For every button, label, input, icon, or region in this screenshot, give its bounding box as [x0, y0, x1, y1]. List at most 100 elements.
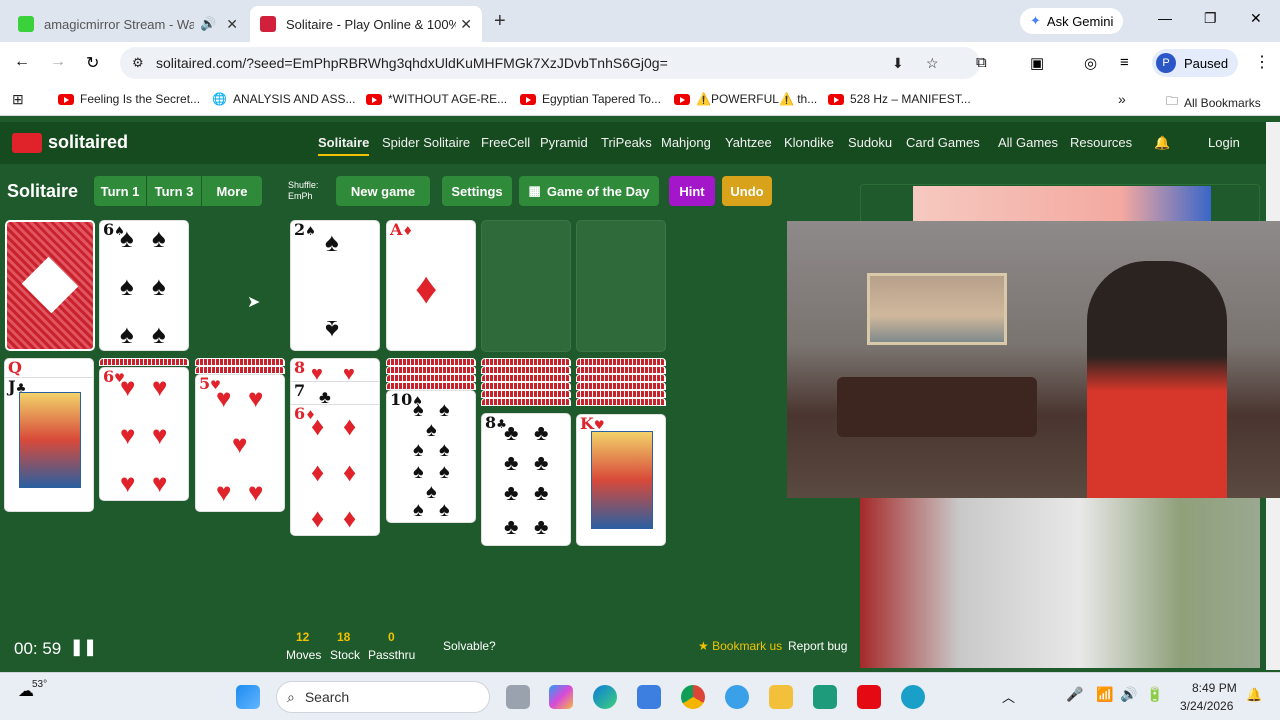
nav-pyramid[interactable]: Pyramid: [540, 135, 588, 150]
ad-banner[interactable]: [860, 184, 1260, 224]
site-info-icon[interactable]: ⚙: [132, 55, 144, 71]
bookmark-item[interactable]: ⚠️POWERFUL⚠️ th...: [674, 92, 817, 106]
taskbar-search[interactable]: ⌕ Search: [276, 681, 490, 713]
profile-button[interactable]: P Paused: [1152, 49, 1239, 77]
foundation-empty[interactable]: [576, 220, 666, 352]
chrome-icon[interactable]: [681, 685, 705, 709]
bookmark-item[interactable]: Feeling Is the Secret...: [58, 92, 200, 106]
hint-button[interactable]: Hint: [669, 176, 715, 206]
wifi-icon[interactable]: 📶: [1096, 686, 1113, 703]
foundation-empty[interactable]: [481, 220, 571, 352]
edge-icon[interactable]: [593, 685, 617, 709]
volume-icon[interactable]: 🔊: [1120, 686, 1137, 703]
clock-time[interactable]: 8:49 PM: [1192, 681, 1237, 695]
bookmark-item[interactable]: *WITHOUT AGE-RE...: [366, 92, 507, 106]
solvable-link[interactable]: Solvable?: [443, 639, 496, 653]
waste-card[interactable]: 6♠ ♠ ♠ ♠ ♠ ♠ ♠: [99, 220, 189, 351]
bookmark-item[interactable]: 528 Hz – MANIFEST...: [828, 92, 971, 106]
reload-icon[interactable]: ↻: [86, 53, 99, 73]
nav-solitaire[interactable]: Solitaire: [318, 135, 370, 156]
ask-gemini-button[interactable]: ✦ Ask Gemini: [1020, 8, 1124, 34]
file-explorer-icon[interactable]: [769, 685, 793, 709]
tableau-card[interactable]: 6♥ ♥ ♥ ♥ ♥ ♥ ♥: [99, 367, 189, 501]
report-bug-link[interactable]: Report bug: [788, 639, 847, 653]
url-text: solitaired.com/?seed=EmPhpRBRWhg3qhdxUld…: [156, 55, 668, 71]
six-of-diamonds: 6♦ ♦ ♦ ♦ ♦ ♦ ♦: [291, 404, 379, 535]
nav-freecell[interactable]: FreeCell: [481, 135, 530, 150]
microphone-icon[interactable]: 🎤: [1066, 686, 1083, 703]
store-icon[interactable]: [637, 685, 661, 709]
cast-icon[interactable]: ▣: [1030, 54, 1044, 72]
clock-date[interactable]: 3/24/2026: [1180, 699, 1233, 713]
game-of-day-button[interactable]: ▦ Game of the Day: [519, 176, 659, 206]
close-tab-icon[interactable]: ✕: [460, 16, 472, 33]
pause-icon[interactable]: ❚❚: [70, 637, 97, 657]
tableau-card[interactable]: 5♥ ♥ ♥ ♥ ♥ ♥: [195, 374, 285, 512]
speaker-icon[interactable]: 🔊: [200, 16, 216, 32]
nav-resources[interactable]: Resources: [1070, 135, 1132, 150]
menu-icon[interactable]: ⋮: [1254, 52, 1270, 72]
weather-app-icon[interactable]: [725, 685, 749, 709]
nav-spider[interactable]: Spider Solitaire: [382, 135, 470, 150]
chevron-up-icon[interactable]: ︿: [1002, 687, 1015, 706]
tableau-card[interactable]: 8 ♥ ♥ 7 ♣ 6♦ ♦ ♦ ♦ ♦ ♦ ♦: [290, 358, 380, 536]
foundation-spades[interactable]: 2♠ ♠ ♠: [290, 220, 380, 351]
task-view-icon[interactable]: [506, 685, 530, 709]
nav-all-games[interactable]: All Games: [998, 135, 1058, 150]
battery-icon[interactable]: 🔋: [1146, 686, 1163, 703]
install-icon[interactable]: ⬇: [892, 55, 904, 72]
extensions-icon[interactable]: ⧉: [976, 54, 987, 71]
bookmark-star-icon[interactable]: ☆: [926, 55, 939, 72]
foundation-diamonds[interactable]: A♦ ♦: [386, 220, 476, 351]
performance-icon[interactable]: ◎: [1084, 54, 1097, 72]
all-bookmarks[interactable]: 🗀 All Bookmarks: [1166, 92, 1261, 113]
restore-icon[interactable]: ❐: [1204, 10, 1217, 27]
back-icon[interactable]: ←: [14, 53, 30, 71]
tableau-card[interactable]: K♥: [576, 414, 666, 546]
tableau-card[interactable]: 8♣ ♣ ♣ ♣ ♣ ♣ ♣ ♣ ♣: [481, 413, 571, 546]
profile-status: Paused: [1184, 55, 1229, 71]
bookmark-item[interactable]: Egyptian Tapered To...: [520, 92, 661, 106]
more-button[interactable]: More: [202, 176, 262, 206]
notification-icon[interactable]: 🔔: [1246, 687, 1262, 703]
bookmarks-bar: ⊞ Feeling Is the Secret... 🌐 ANALYSIS AND…: [0, 84, 1280, 116]
copilot-icon[interactable]: [549, 685, 573, 709]
site-logo[interactable]: solitaired: [12, 132, 128, 153]
new-game-button[interactable]: New game: [336, 176, 430, 206]
tableau-card[interactable]: Q J♣: [4, 358, 94, 512]
bell-icon[interactable]: 🔔: [1154, 135, 1170, 151]
nav-tripeaks[interactable]: TriPeaks: [601, 135, 652, 150]
minimize-icon[interactable]: —: [1158, 10, 1172, 26]
forward-icon[interactable]: →: [50, 53, 66, 71]
close-tab-icon[interactable]: ✕: [226, 16, 238, 33]
netflix-icon[interactable]: [857, 685, 881, 709]
facedown-card: [481, 398, 571, 406]
start-icon[interactable]: [236, 685, 260, 709]
app-icon[interactable]: [813, 685, 837, 709]
nav-klondike[interactable]: Klondike: [784, 135, 834, 150]
bookmark-us-link[interactable]: ★ Bookmark us: [698, 639, 782, 653]
nav-card-games[interactable]: Card Games: [906, 135, 980, 150]
app-icon[interactable]: [901, 685, 925, 709]
undo-button[interactable]: Undo: [722, 176, 772, 206]
turn3-button[interactable]: Turn 3: [147, 176, 201, 206]
more-bookmarks-icon[interactable]: »: [1118, 91, 1126, 107]
bookmark-item[interactable]: 🌐 ANALYSIS AND ASS...: [212, 92, 355, 106]
tab-stream[interactable]: amagicmirror Stream - Wat 🔊 ✕: [8, 6, 248, 42]
tableau-card[interactable]: 10♠ ♠ ♠ ♠ ♠ ♠ ♠ ♠ ♠ ♠ ♠: [386, 390, 476, 523]
nav-sudoku[interactable]: Sudoku: [848, 135, 892, 150]
login-link[interactable]: Login: [1208, 135, 1240, 150]
new-tab-icon[interactable]: +: [494, 10, 506, 33]
media-icon[interactable]: ≡: [1120, 54, 1129, 71]
apps-icon[interactable]: ⊞: [12, 91, 24, 108]
tab-solitaire[interactable]: Solitaire - Play Online & 100% F ✕: [250, 6, 482, 42]
url-input[interactable]: ⚙ solitaired.com/?seed=EmPhpRBRWhg3qhdxU…: [120, 47, 980, 79]
pip: ♥: [216, 477, 232, 507]
turn1-button[interactable]: Turn 1: [94, 176, 146, 206]
couch: [837, 377, 1037, 437]
stock-pile[interactable]: [5, 220, 95, 351]
settings-button[interactable]: Settings: [442, 176, 512, 206]
nav-mahjong[interactable]: Mahjong: [661, 135, 711, 150]
nav-yahtzee[interactable]: Yahtzee: [725, 135, 772, 150]
close-window-icon[interactable]: ✕: [1250, 10, 1262, 27]
